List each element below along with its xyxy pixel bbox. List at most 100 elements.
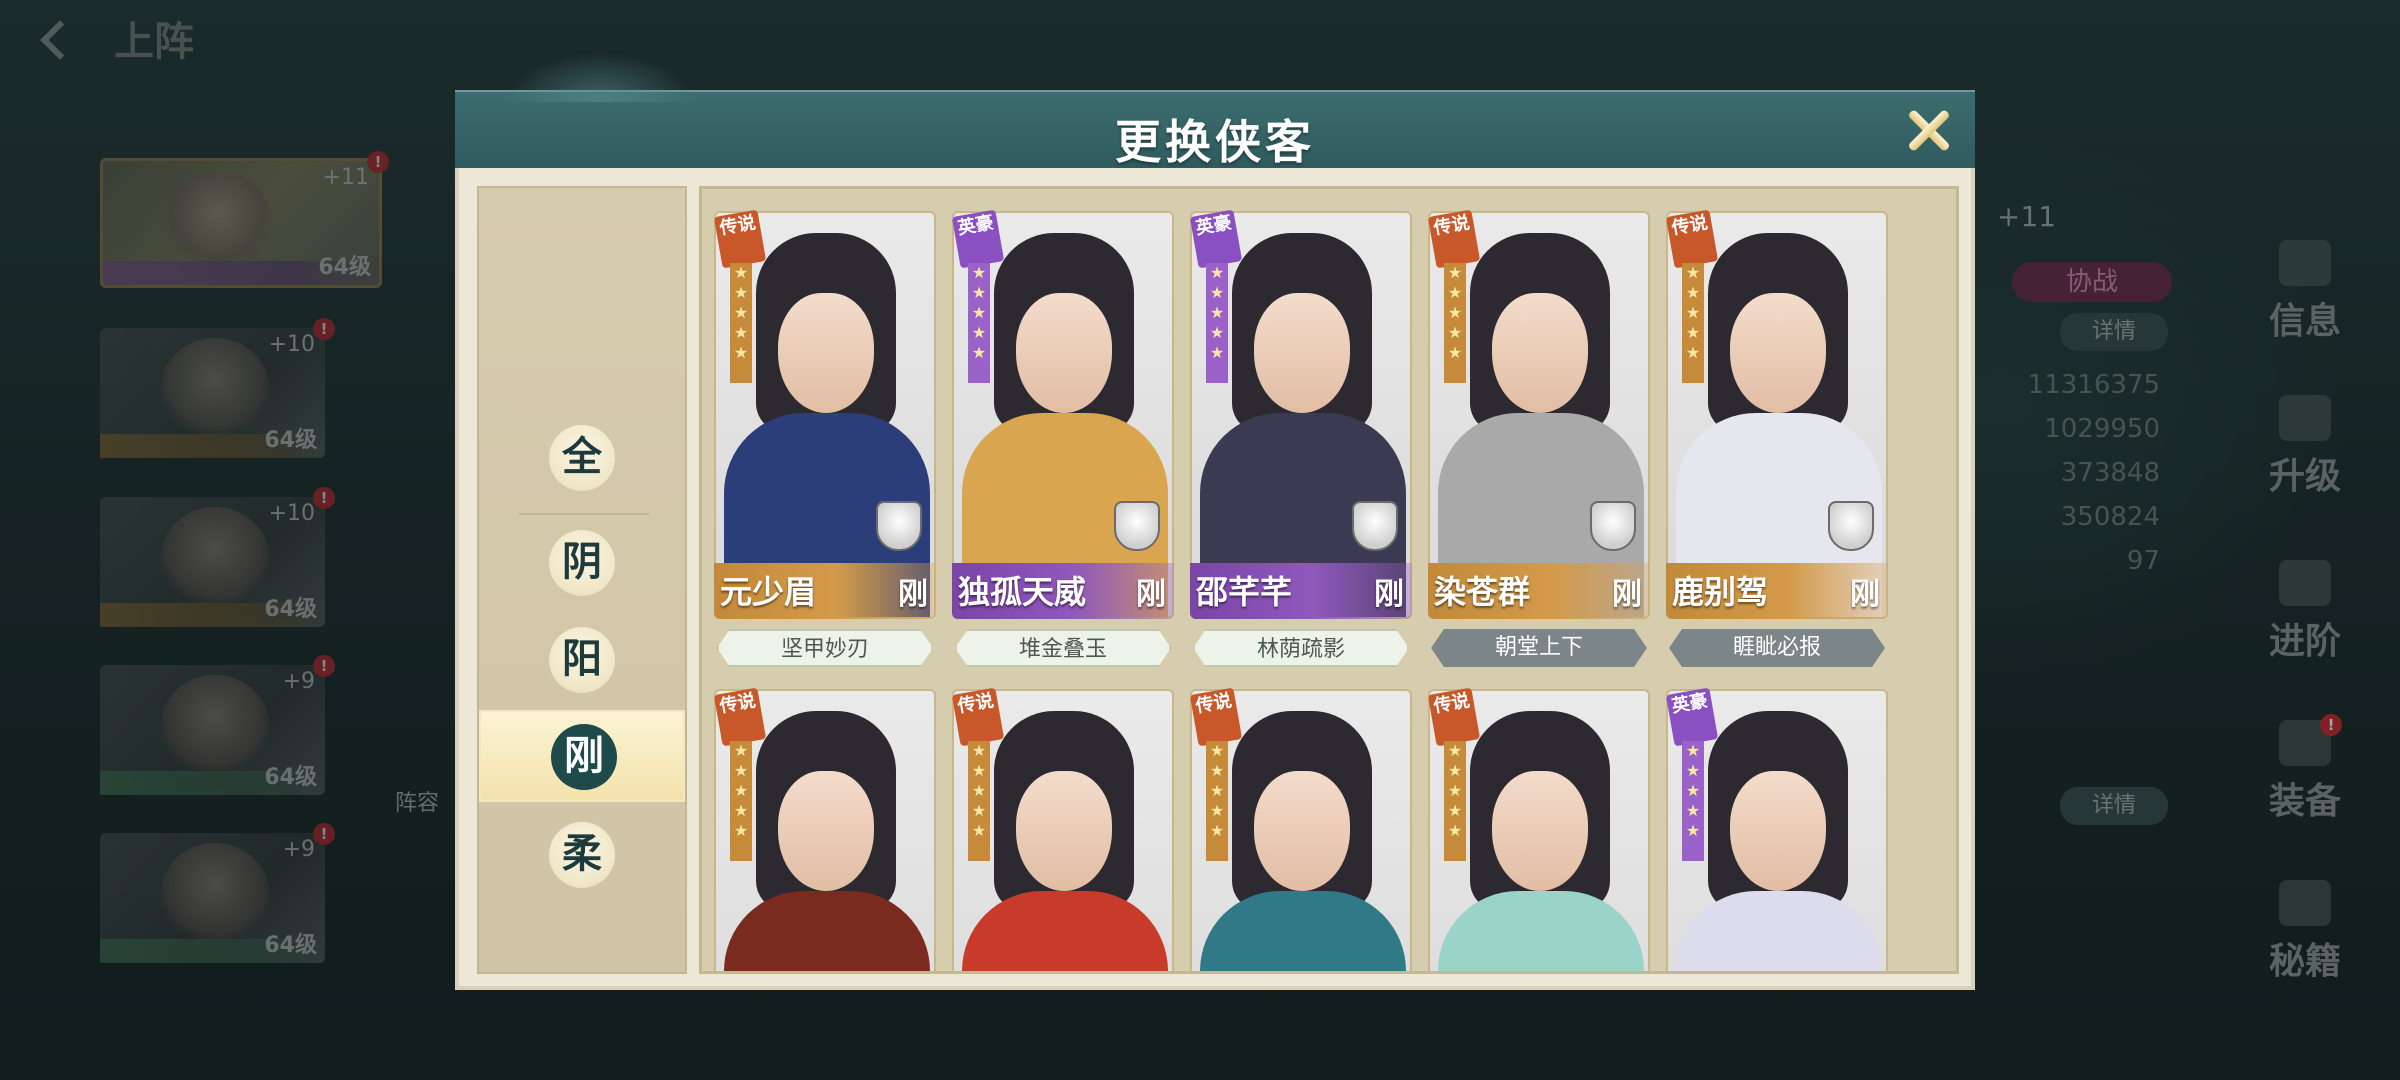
close-icon[interactable]	[1899, 100, 1959, 160]
star-ribbon: ★ ★ ★ ★ ★	[730, 741, 752, 861]
filter-all[interactable]: 全	[479, 413, 685, 505]
star-icon: ★	[1209, 283, 1225, 302]
hero-card[interactable]: 传说 ★ ★ ★ ★ ★ 元少眉 刚	[713, 209, 936, 619]
filter-label: 阳	[549, 627, 615, 693]
hero-outfit	[962, 891, 1168, 971]
hero-card[interactable]: 英豪 ★ ★ ★ ★ ★	[1665, 687, 1888, 971]
dialog-body: 全 阴 阳 刚 柔 传说 ★ ★ ★ ★ ★ 元少眉刚坚甲妙刃 英豪 ★ ★ ★ ★ ★ 独孤天威刚堆金叠…	[455, 168, 1975, 990]
rarity-tag: 传说	[951, 687, 1005, 747]
hero-card[interactable]: 传说 ★ ★ ★ ★ ★	[1189, 687, 1412, 971]
star-icon: ★	[1209, 741, 1225, 760]
star-icon: ★	[1209, 781, 1225, 800]
star-icon: ★	[1209, 343, 1225, 362]
bond-tag: 睚眦必报	[1669, 629, 1885, 667]
rarity-tag: 英豪	[1189, 209, 1243, 269]
hero-card[interactable]: 英豪 ★ ★ ★ ★ ★ 独孤天威 刚	[951, 209, 1174, 619]
hero-face	[1730, 293, 1826, 413]
hero-card[interactable]: 传说 ★ ★ ★ ★ ★	[1427, 687, 1650, 971]
star-icon: ★	[1447, 303, 1463, 322]
hero-name: 元少眉	[720, 573, 817, 611]
star-icon: ★	[1447, 263, 1463, 282]
filter-yin[interactable]: 阴	[479, 518, 685, 610]
filter-label: 阴	[549, 530, 615, 596]
rarity-tag: 传说	[713, 209, 767, 269]
star-ribbon: ★ ★ ★ ★ ★	[730, 263, 752, 383]
hero-face	[1730, 771, 1826, 891]
hero-name: 独孤天威	[958, 573, 1087, 611]
hero-face	[1016, 293, 1112, 413]
shield-icon	[1828, 501, 1874, 551]
star-icon: ★	[1209, 323, 1225, 342]
rarity-badge: 传说 ★ ★ ★ ★ ★	[713, 209, 767, 383]
hero-face	[1016, 771, 1112, 891]
rarity-badge: 传说 ★ ★ ★ ★ ★	[1427, 687, 1481, 861]
star-ribbon: ★ ★ ★ ★ ★	[968, 741, 990, 861]
hero-type: 刚	[1850, 577, 1880, 612]
hero-outfit	[724, 891, 930, 971]
star-icon: ★	[1447, 741, 1463, 760]
filter-gang[interactable]: 刚	[479, 710, 685, 802]
rarity-badge: 传说 ★ ★ ★ ★ ★	[951, 687, 1005, 861]
hero-outfit	[1438, 891, 1644, 971]
filter-label: 刚	[551, 724, 617, 790]
hero-card[interactable]: 英豪 ★ ★ ★ ★ ★ 邵芊芊刚	[1189, 209, 1412, 619]
hero-card[interactable]: 传说 ★ ★ ★ ★ ★ 染苍群刚	[1427, 209, 1650, 619]
rarity-tag: 英豪	[951, 209, 1005, 269]
rarity-badge: 传说 ★ ★ ★ ★ ★	[713, 687, 767, 861]
hero-card[interactable]: 传说 ★ ★ ★ ★ ★	[713, 687, 936, 971]
star-icon: ★	[1685, 263, 1701, 282]
hero-name: 染苍群	[1434, 573, 1531, 611]
star-icon: ★	[733, 801, 749, 820]
star-icon: ★	[1685, 821, 1701, 840]
hero-type: 刚	[1612, 577, 1642, 612]
rarity-badge: 传说 ★ ★ ★ ★ ★	[1189, 687, 1243, 861]
star-icon: ★	[1209, 263, 1225, 282]
star-ribbon: ★ ★ ★ ★ ★	[1682, 741, 1704, 861]
star-icon: ★	[1685, 781, 1701, 800]
star-icon: ★	[1447, 283, 1463, 302]
hero-type: 刚	[1136, 577, 1166, 612]
filter-label: 柔	[549, 822, 615, 888]
star-ribbon: ★ ★ ★ ★ ★	[1206, 263, 1228, 383]
star-icon: ★	[971, 323, 987, 342]
hero-face	[1254, 293, 1350, 413]
filter-label: 全	[549, 425, 615, 491]
hero-card[interactable]: 传说 ★ ★ ★ ★ ★ 鹿别驾刚	[1665, 209, 1888, 619]
rarity-badge: 英豪 ★ ★ ★ ★ ★	[1665, 687, 1719, 861]
shield-icon	[876, 501, 922, 551]
star-icon: ★	[733, 761, 749, 780]
star-icon: ★	[733, 283, 749, 302]
star-icon: ★	[971, 343, 987, 362]
star-icon: ★	[971, 801, 987, 820]
hero-face	[1492, 293, 1588, 413]
star-icon: ★	[971, 303, 987, 322]
hero-type: 刚	[898, 577, 928, 612]
rarity-badge: 英豪 ★ ★ ★ ★ ★	[1189, 209, 1243, 383]
star-icon: ★	[1447, 821, 1463, 840]
dialog-header: 更换侠客	[455, 52, 1975, 169]
star-icon: ★	[971, 741, 987, 760]
bond-tag: 堆金叠玉	[955, 629, 1171, 667]
star-icon: ★	[971, 761, 987, 780]
bond-tag: 坚甲妙刃	[717, 629, 933, 667]
star-ribbon: ★ ★ ★ ★ ★	[1444, 741, 1466, 861]
filter-yang[interactable]: 阳	[479, 615, 685, 707]
star-icon: ★	[1685, 343, 1701, 362]
type-filter-column: 全 阴 阳 刚 柔	[477, 186, 687, 974]
star-icon: ★	[1209, 303, 1225, 322]
filter-rou[interactable]: 柔	[479, 810, 685, 902]
star-icon: ★	[1685, 741, 1701, 760]
hero-card[interactable]: 传说 ★ ★ ★ ★ ★	[951, 687, 1174, 971]
rarity-badge: 英豪 ★ ★ ★ ★ ★	[951, 209, 1005, 383]
star-ribbon: ★ ★ ★ ★ ★	[968, 263, 990, 383]
bond-tag: 朝堂上下	[1431, 629, 1647, 667]
hero-grid: 传说 ★ ★ ★ ★ ★ 元少眉刚坚甲妙刃 英豪 ★ ★ ★ ★ ★ 独孤天威刚堆金叠玉 英豪 ★ ★ ★ ★ ★ 邵芊…	[699, 186, 1959, 974]
change-hero-dialog: 更换侠客 全 阴 阳 刚 柔 传说 ★ ★ ★ ★ ★ 元少眉刚坚甲妙刃 英豪 ★ ★ ★ ★ ★ 独孤天…	[455, 52, 1975, 990]
star-icon: ★	[1447, 343, 1463, 362]
hero-name: 鹿别驾	[1672, 573, 1769, 611]
rarity-tag: 传说	[1427, 687, 1481, 747]
star-icon: ★	[1685, 303, 1701, 322]
star-icon: ★	[971, 263, 987, 282]
star-icon: ★	[1209, 801, 1225, 820]
hero-name: 邵芊芊	[1196, 573, 1293, 611]
